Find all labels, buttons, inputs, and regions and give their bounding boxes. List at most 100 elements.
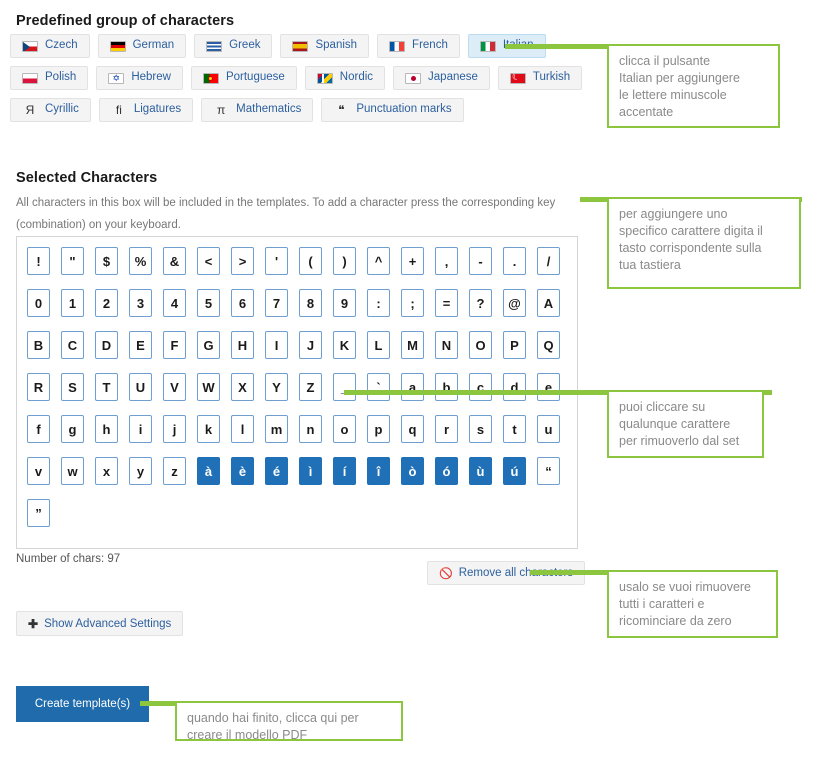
character-key[interactable]: à xyxy=(197,457,220,485)
character-key[interactable]: d xyxy=(503,373,526,401)
character-key[interactable]: X xyxy=(231,373,254,401)
character-key[interactable]: 2 xyxy=(95,289,118,317)
character-key[interactable]: y xyxy=(129,457,152,485)
character-key[interactable]: & xyxy=(163,247,186,275)
character-key[interactable]: Z xyxy=(299,373,322,401)
character-key[interactable]: r xyxy=(435,415,458,443)
predefined-button-german[interactable]: German xyxy=(97,34,187,58)
character-key[interactable]: " xyxy=(61,247,84,275)
character-key[interactable]: ú xyxy=(503,457,526,485)
character-key[interactable]: “ xyxy=(537,457,560,485)
character-key[interactable]: ì xyxy=(299,457,322,485)
character-key[interactable]: + xyxy=(401,247,424,275)
character-key[interactable]: ` xyxy=(367,373,390,401)
character-key[interactable]: é xyxy=(265,457,288,485)
character-key[interactable]: O xyxy=(469,331,492,359)
character-key[interactable]: Q xyxy=(537,331,560,359)
character-key[interactable]: < xyxy=(197,247,220,275)
character-key[interactable]: / xyxy=(537,247,560,275)
character-key[interactable]: I xyxy=(265,331,288,359)
character-key[interactable]: t xyxy=(503,415,526,443)
character-key[interactable]: , xyxy=(435,247,458,275)
character-key[interactable]: ' xyxy=(265,247,288,275)
character-key[interactable]: o xyxy=(333,415,356,443)
character-key[interactable]: q xyxy=(401,415,424,443)
character-key[interactable]: D xyxy=(95,331,118,359)
character-key[interactable]: e xyxy=(537,373,560,401)
character-key[interactable]: B xyxy=(27,331,50,359)
character-key[interactable]: 4 xyxy=(163,289,186,317)
character-key[interactable]: ; xyxy=(401,289,424,317)
predefined-button-polish[interactable]: Polish xyxy=(10,66,89,90)
predefined-button-ligatures[interactable]: ﬁ Ligatures xyxy=(98,98,194,122)
character-key[interactable]: ! xyxy=(27,247,50,275)
character-key[interactable]: A xyxy=(537,289,560,317)
character-key[interactable]: f xyxy=(27,415,50,443)
character-key[interactable]: k xyxy=(197,415,220,443)
character-key[interactable]: . xyxy=(503,247,526,275)
character-key[interactable]: U xyxy=(129,373,152,401)
character-key[interactable]: 0 xyxy=(27,289,50,317)
character-key[interactable]: u xyxy=(537,415,560,443)
character-key[interactable]: c xyxy=(469,373,492,401)
character-key[interactable]: è xyxy=(231,457,254,485)
predefined-button-czech[interactable]: Czech xyxy=(10,34,90,58)
character-key[interactable]: $ xyxy=(95,247,118,275)
character-key[interactable]: N xyxy=(435,331,458,359)
character-key[interactable]: p xyxy=(367,415,390,443)
predefined-button-portuguese[interactable]: Portuguese xyxy=(190,66,297,90)
character-key[interactable]: P xyxy=(503,331,526,359)
character-key[interactable]: - xyxy=(469,247,492,275)
character-key[interactable]: n xyxy=(299,415,322,443)
character-key[interactable]: 9 xyxy=(333,289,356,317)
character-key[interactable]: m xyxy=(265,415,288,443)
character-key[interactable]: î xyxy=(367,457,390,485)
predefined-button-turkish[interactable]: Turkish xyxy=(497,66,583,90)
predefined-button-greek[interactable]: Greek xyxy=(194,34,273,58)
character-key[interactable]: b xyxy=(435,373,458,401)
character-key[interactable]: w xyxy=(61,457,84,485)
character-key[interactable]: _ xyxy=(333,373,356,401)
character-key[interactable]: K xyxy=(333,331,356,359)
character-key[interactable]: ó xyxy=(435,457,458,485)
character-key[interactable]: = xyxy=(435,289,458,317)
character-key[interactable]: l xyxy=(231,415,254,443)
character-key[interactable]: v xyxy=(27,457,50,485)
character-key[interactable]: 1 xyxy=(61,289,84,317)
character-key[interactable]: J xyxy=(299,331,322,359)
character-key[interactable]: W xyxy=(197,373,220,401)
character-key[interactable]: z xyxy=(163,457,186,485)
create-templates-button[interactable]: Create template(s) xyxy=(16,686,149,722)
character-key[interactable]: h xyxy=(95,415,118,443)
predefined-button-nordic[interactable]: Nordic xyxy=(304,66,386,90)
character-key[interactable]: : xyxy=(367,289,390,317)
character-key[interactable]: G xyxy=(197,331,220,359)
character-key[interactable]: ? xyxy=(469,289,492,317)
character-key[interactable]: F xyxy=(163,331,186,359)
character-key[interactable]: > xyxy=(231,247,254,275)
character-key[interactable]: 6 xyxy=(231,289,254,317)
character-key[interactable]: H xyxy=(231,331,254,359)
character-key[interactable]: ) xyxy=(333,247,356,275)
character-key[interactable]: 8 xyxy=(299,289,322,317)
character-key[interactable]: x xyxy=(95,457,118,485)
character-key[interactable]: ( xyxy=(299,247,322,275)
character-key[interactable]: M xyxy=(401,331,424,359)
character-key[interactable]: Y xyxy=(265,373,288,401)
character-key[interactable]: j xyxy=(163,415,186,443)
predefined-button-punctuation-marks[interactable]: ❝ Punctuation marks xyxy=(321,98,464,122)
character-key[interactable]: 3 xyxy=(129,289,152,317)
show-advanced-settings-button[interactable]: ✚ Show Advanced Settings xyxy=(16,611,184,636)
character-key[interactable]: L xyxy=(367,331,390,359)
character-key[interactable]: s xyxy=(469,415,492,443)
character-key[interactable]: í xyxy=(333,457,356,485)
character-key[interactable]: g xyxy=(61,415,84,443)
predefined-button-japanese[interactable]: Japanese xyxy=(393,66,490,90)
character-key[interactable]: ” xyxy=(27,499,50,527)
character-key[interactable]: C xyxy=(61,331,84,359)
character-key[interactable]: ù xyxy=(469,457,492,485)
character-key[interactable]: ò xyxy=(401,457,424,485)
character-key[interactable]: % xyxy=(129,247,152,275)
character-key[interactable]: 7 xyxy=(265,289,288,317)
character-key[interactable]: ^ xyxy=(367,247,390,275)
